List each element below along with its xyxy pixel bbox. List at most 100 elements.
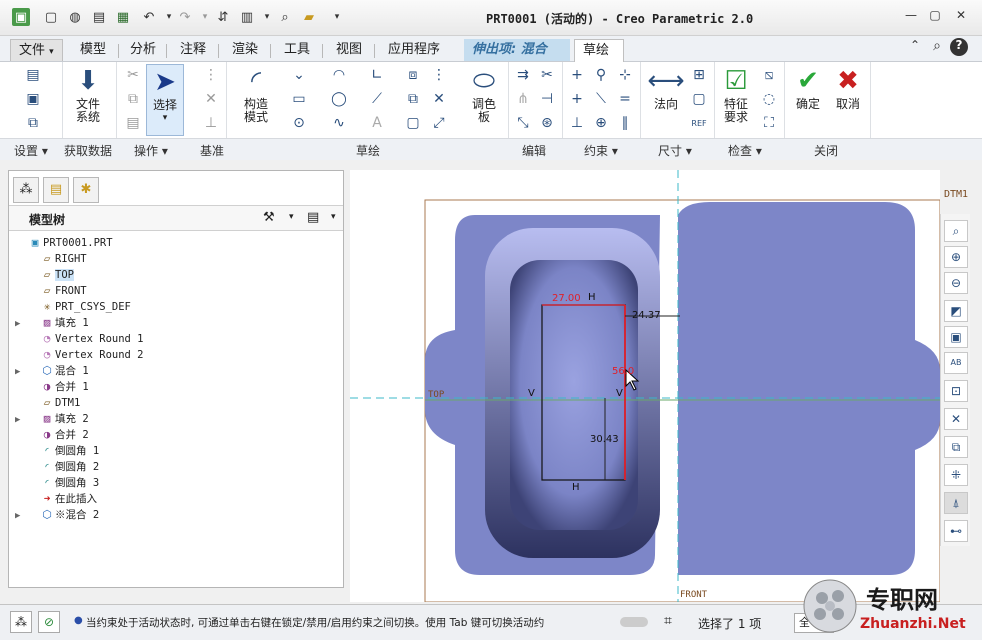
tree-show-icon[interactable]: ▤ xyxy=(307,210,319,225)
sketch-view-toggle-icon[interactable]: ⍋ xyxy=(944,492,968,514)
lower-dimension[interactable]: 30.43 xyxy=(590,434,619,445)
group-inspect[interactable]: 检查 ▾ xyxy=(728,142,762,159)
zoom-out-icon[interactable]: ⊖ xyxy=(944,272,968,294)
offset-icon[interactable]: ⧈ xyxy=(404,66,422,84)
reference-dim-icon[interactable]: ▢ xyxy=(690,90,708,108)
corner-icon[interactable]: ⤡ xyxy=(514,114,532,132)
minimize-ribbon-icon[interactable]: ⌃ xyxy=(904,38,926,56)
thicken-icon[interactable]: ⧉ xyxy=(404,90,422,108)
regenerate-icon[interactable]: ⇵ xyxy=(214,8,232,26)
app-logo-icon[interactable]: ▣ xyxy=(12,8,30,26)
favorites-tab-icon[interactable]: ✱ xyxy=(73,177,99,203)
maximize-button[interactable]: ▢ xyxy=(924,8,946,26)
tangent-constraint-icon[interactable]: ⚲ xyxy=(592,66,610,84)
circle-icon[interactable]: ⊙ xyxy=(290,114,308,132)
view-manager-icon[interactable]: ⊡ xyxy=(944,380,968,402)
windows-icon[interactable]: ▥ xyxy=(238,8,256,26)
group-constrain[interactable]: 约束 ▾ xyxy=(584,142,618,159)
right-offset-dimension[interactable]: 24.37 xyxy=(632,310,661,321)
select-button[interactable]: ➤ 选择 ▾ xyxy=(146,64,184,136)
repaint-icon[interactable]: ◩ xyxy=(944,300,968,322)
customize-toolbar-icon[interactable]: ▾ xyxy=(328,8,346,26)
sketcher-display-icon[interactable]: ⊷ xyxy=(944,520,968,542)
windows-dropdown-icon[interactable]: ▾ xyxy=(258,8,276,26)
cut-icon[interactable]: ✂ xyxy=(124,66,142,84)
group-dimension[interactable]: 尺寸 ▾ xyxy=(658,142,692,159)
copy-icon[interactable]: ⧉ xyxy=(124,90,142,108)
tree-item-front[interactable]: ▱ FRONT xyxy=(15,283,87,299)
sketch-view-icon[interactable]: ⧉ xyxy=(24,114,42,132)
rotate-resize-icon[interactable]: ⊛ xyxy=(538,114,556,132)
project-icon[interactable]: ▢ xyxy=(404,114,422,132)
search-icon[interactable]: ⌕ xyxy=(926,38,948,56)
front-datum-label[interactable]: FRONT xyxy=(680,590,707,600)
vertical-dots-icon[interactable]: ⋮ xyxy=(202,66,220,84)
baseline-icon[interactable]: REF xyxy=(690,114,708,132)
refit-icon[interactable]: ⌕ xyxy=(944,220,968,242)
tree-item-blend-2[interactable]: ▶ ⬡ ※混合 2 xyxy=(15,507,99,523)
tree-item-blend-1[interactable]: ▶ ⬡ 混合 1 xyxy=(15,363,89,379)
shade-closed-loops-icon[interactable]: ◌ xyxy=(760,90,778,108)
perpendicular-constraint-icon[interactable]: ⊥ xyxy=(568,114,586,132)
centerline-icon[interactable]: ⋮ xyxy=(430,66,448,84)
paste-icon[interactable]: ▤ xyxy=(124,114,142,132)
tree-item-insert-here[interactable]: ➜ 在此插入 xyxy=(15,491,97,507)
mirror-icon[interactable]: ⋔ xyxy=(514,90,532,108)
references-icon[interactable]: ▣ xyxy=(24,90,42,108)
minimize-button[interactable]: — xyxy=(900,8,922,26)
right-sheet[interactable] xyxy=(678,202,940,575)
open-folder-icon[interactable]: ▤ xyxy=(90,8,108,26)
tree-item-round-3[interactable]: ◜ 倒圆角 3 xyxy=(15,475,99,491)
spin-center-icon[interactable]: ⁜ xyxy=(944,464,968,486)
rectangle-icon[interactable]: ▭ xyxy=(290,90,308,108)
tab-view[interactable]: 视图 xyxy=(328,39,370,61)
tree-item-top[interactable]: ▱ TOP xyxy=(15,267,74,283)
close-button[interactable]: ✕ xyxy=(950,8,972,26)
tree-item-csys[interactable]: ✳ PRT_CSYS_DEF xyxy=(15,299,131,315)
tree-item-round-1[interactable]: ◜ 倒圆角 1 xyxy=(15,443,99,459)
delete-icon[interactable]: ✕ xyxy=(202,90,220,108)
help-icon[interactable]: ? xyxy=(950,38,968,56)
coincident-constraint-icon[interactable]: ⊕ xyxy=(592,114,610,132)
divide-icon[interactable]: ⊣ xyxy=(538,90,556,108)
file-system-button[interactable]: ⬇ 文件 系统 xyxy=(68,64,108,124)
tab-file[interactable]: 文件 ▾ xyxy=(10,39,63,61)
tab-sketch[interactable]: 草绘 xyxy=(574,39,624,63)
tree-show-dropdown-icon[interactable]: ▾ xyxy=(331,212,336,222)
tab-model[interactable]: 模型 xyxy=(72,39,114,61)
undo-icon[interactable]: ↶ xyxy=(140,8,158,26)
delete-segment-icon[interactable]: ✂ xyxy=(538,66,556,84)
text-icon[interactable]: A xyxy=(368,114,386,132)
top-datum-label[interactable]: TOP xyxy=(428,390,444,400)
midpoint-constraint-icon[interactable]: ⟍ xyxy=(592,90,610,108)
zoom-in-icon[interactable]: ⊕ xyxy=(944,246,968,268)
tree-item-dtm1[interactable]: ▱ DTM1 xyxy=(15,395,81,411)
spline-icon[interactable]: ∿ xyxy=(330,114,348,132)
annotation-display-icon[interactable]: ⧉ xyxy=(944,436,968,458)
datum-csys-icon[interactable]: ⊥ xyxy=(202,114,220,132)
tree-item-round-2[interactable]: ◜ 倒圆角 2 xyxy=(15,459,99,475)
tree-item-merge-1[interactable]: ◑ 合并 1 xyxy=(15,379,89,395)
tab-protrusion-blend[interactable]: 伸出项: 混合 xyxy=(464,39,570,61)
width-dimension[interactable]: 27.00 xyxy=(552,293,581,304)
tree-item-fill-2[interactable]: ▶ ▨ 填充 2 xyxy=(15,411,89,427)
horizontal-constraint-icon[interactable]: + xyxy=(568,90,586,108)
arc-icon[interactable]: ◠ xyxy=(330,66,348,84)
vertical-constraint-icon[interactable]: + xyxy=(568,66,586,84)
palette-button[interactable]: ⬭ 调色 板 xyxy=(464,64,504,124)
new-file-icon[interactable]: ▢ xyxy=(42,8,60,26)
close-window-icon[interactable]: ▰ xyxy=(300,8,318,26)
display-style-icon[interactable]: ▣ xyxy=(944,326,968,348)
tree-item-vertex-round-1[interactable]: ◔ Vertex Round 1 xyxy=(15,331,144,347)
coordinate-system-icon[interactable]: ⤢ xyxy=(430,114,448,132)
tree-item-fill-1[interactable]: ▶ ▨ 填充 1 xyxy=(15,315,89,331)
feature-requirements-button[interactable]: ☑ 特征 要求 xyxy=(716,64,756,124)
cancel-button[interactable]: ✖ 取消 xyxy=(828,64,868,111)
ok-button[interactable]: ✔ 确定 xyxy=(788,64,828,111)
tab-analysis[interactable]: 分析 xyxy=(122,39,164,61)
tab-annotate[interactable]: 注释 xyxy=(172,39,214,61)
binoculars-icon[interactable]: ⌗ xyxy=(664,613,672,629)
height-dimension[interactable]: 56.0 xyxy=(612,366,634,377)
open-file-icon[interactable]: ◍ xyxy=(66,8,84,26)
normal-dimension-button[interactable]: ⟷ 法向 xyxy=(646,64,686,111)
